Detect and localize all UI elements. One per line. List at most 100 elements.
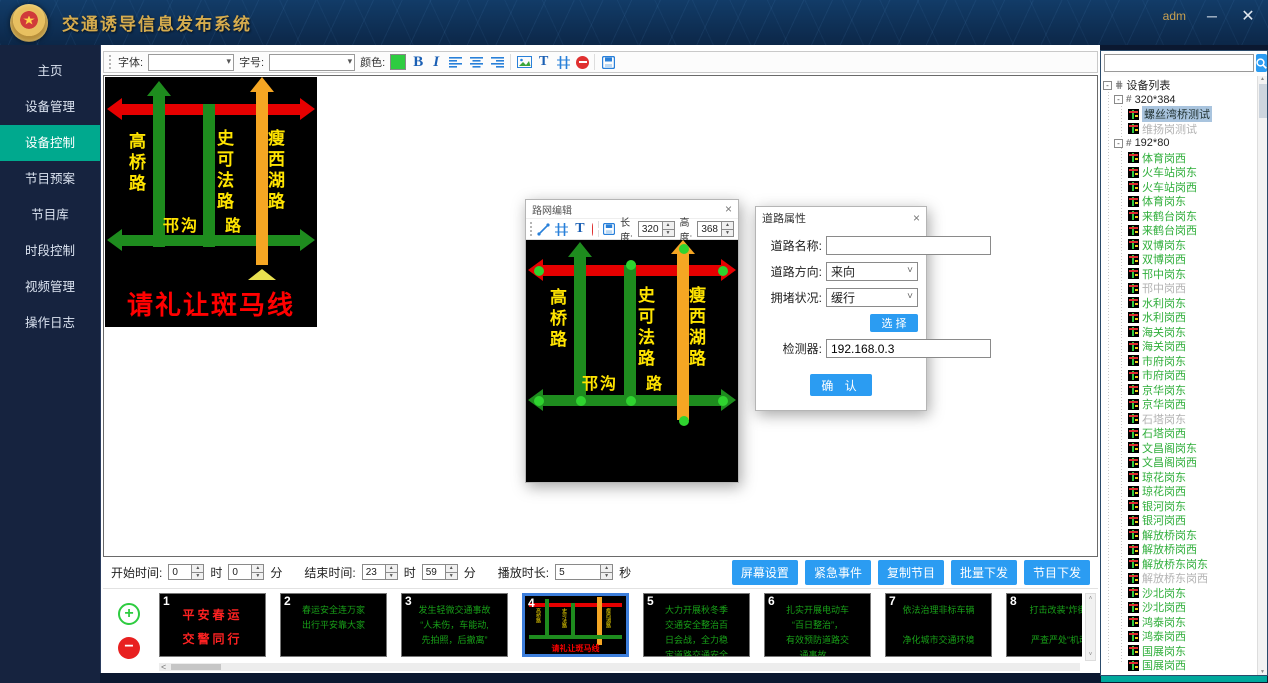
tree-device-1-24[interactable]: 银河岗东: [1101, 499, 1257, 514]
tree-device-1-8[interactable]: 邗中岗东: [1101, 267, 1257, 282]
tree-device-1-10[interactable]: 水利岗东: [1101, 296, 1257, 311]
step-down-icon[interactable]: ▼: [386, 573, 397, 580]
sidebar-item-program-library[interactable]: 节目库: [0, 197, 100, 233]
device-search-input[interactable]: [1104, 54, 1254, 72]
panel-bottom-scrollbar[interactable]: [1101, 676, 1267, 682]
tree-device-1-35[interactable]: 国展岗西: [1101, 658, 1257, 673]
playlist-item-5[interactable]: 5大力开展秋冬季 交通安全整治百 日会战，全力稳 定道路交通安全 形势！: [643, 593, 750, 657]
image-tool-icon[interactable]: [516, 54, 532, 70]
playlist-item-1[interactable]: 1平安春运 交警同行: [159, 593, 266, 657]
line-tool-icon[interactable]: [537, 221, 550, 237]
tree-device-1-29[interactable]: 解放桥东岗西: [1101, 571, 1257, 586]
height-stepper[interactable]: 368 ▲▼: [697, 221, 734, 237]
save-icon[interactable]: [603, 221, 615, 237]
tree-device-1-27[interactable]: 解放桥岗西: [1101, 542, 1257, 557]
step-up-icon[interactable]: ▲: [663, 222, 674, 230]
close-icon[interactable]: ✕: [1238, 6, 1258, 26]
tree-device-1-5[interactable]: 来鹤台岗西: [1101, 223, 1257, 238]
font-size-select[interactable]: [269, 54, 355, 71]
tree-expander-icon[interactable]: -: [1103, 81, 1112, 90]
copy-program-button[interactable]: 复制节目: [878, 560, 944, 585]
align-right-icon[interactable]: [489, 54, 505, 70]
road-network-canvas[interactable]: 高桥路 史可法路 瘦西湖路 邗沟 路: [526, 240, 738, 482]
close-icon[interactable]: ×: [725, 202, 732, 216]
tree-root[interactable]: -⋕设备列表: [1101, 78, 1257, 93]
delete-tool-icon[interactable]: [576, 56, 589, 69]
font-select[interactable]: [148, 54, 234, 71]
congestion-select[interactable]: 缓行: [826, 288, 918, 307]
tree-device-1-23[interactable]: 琼花岗西: [1101, 484, 1257, 499]
text-tool-button[interactable]: T: [537, 54, 550, 70]
screen-settings-button[interactable]: 屏幕设置: [732, 560, 798, 585]
tree-device-1-15[interactable]: 市府岗西: [1101, 368, 1257, 383]
delete-tool-icon[interactable]: [592, 223, 593, 236]
tree-device-1-4[interactable]: 来鹤台岗东: [1101, 209, 1257, 224]
step-up-icon[interactable]: ▲: [252, 565, 263, 573]
close-icon[interactable]: ×: [913, 211, 920, 225]
playlist-item-7[interactable]: 7依法治理非标车辆 净化城市交通环境: [885, 593, 992, 657]
sidebar-item-device-control[interactable]: 设备控制: [0, 125, 100, 161]
tree-device-1-32[interactable]: 鸿泰岗东: [1101, 615, 1257, 630]
playlist-vertical-scrollbar[interactable]: ˄ ˅: [1085, 593, 1096, 661]
led-sign-preview[interactable]: 高桥路 史可法路 瘦西湖路 邗沟 路 请礼让斑马线: [105, 77, 317, 327]
tree-device-1-19[interactable]: 石塔岗西: [1101, 426, 1257, 441]
tree-device-1-3[interactable]: 体育岗东: [1101, 194, 1257, 209]
sidebar-item-program-plan[interactable]: 节目预案: [0, 161, 100, 197]
tree-device-1-11[interactable]: 水利岗西: [1101, 310, 1257, 325]
sidebar-item-device-management[interactable]: 设备管理: [0, 89, 100, 125]
tree-device-1-26[interactable]: 解放桥岗东: [1101, 528, 1257, 543]
save-icon[interactable]: [600, 54, 616, 70]
road-node-handle[interactable]: [534, 396, 544, 406]
tree-device-1-18[interactable]: 石塔岗东: [1101, 412, 1257, 427]
minimize-icon[interactable]: ─: [1202, 8, 1222, 24]
road-node-handle[interactable]: [679, 416, 689, 426]
duration-stepper[interactable]: 5 ▲▼: [555, 564, 613, 580]
playlist-item-8[interactable]: 8打击改装“炸街” 严查严处“机动: [1006, 593, 1082, 657]
tree-device-1-22[interactable]: 琼花岗东: [1101, 470, 1257, 485]
confirm-button[interactable]: 确 认: [810, 374, 872, 396]
tree-device-label[interactable]: 国展岗西: [1142, 657, 1186, 673]
remove-item-button[interactable]: −: [118, 637, 140, 659]
align-center-icon[interactable]: [468, 54, 484, 70]
road-node-handle[interactable]: [626, 260, 636, 270]
road-tool-icon[interactable]: [555, 54, 571, 70]
tree-group-1[interactable]: -#192*80: [1101, 136, 1257, 151]
step-up-icon[interactable]: ▲: [192, 565, 203, 573]
tree-expander-icon[interactable]: -: [1114, 139, 1123, 148]
tree-group-0[interactable]: -#320*384: [1101, 93, 1257, 108]
scrollbar-thumb[interactable]: [171, 664, 221, 670]
tree-device-1-0[interactable]: 体育岗西: [1101, 151, 1257, 166]
step-up-icon[interactable]: ▲: [722, 222, 733, 230]
tree-device-1-2[interactable]: 火车站岗西: [1101, 180, 1257, 195]
color-swatch[interactable]: [390, 54, 406, 70]
dialog-titlebar[interactable]: 道路属性 ×: [756, 207, 926, 229]
program-send-button[interactable]: 节目下发: [1024, 560, 1090, 585]
select-button[interactable]: 选 择: [870, 314, 918, 332]
tree-device-1-6[interactable]: 双博岗东: [1101, 238, 1257, 253]
tree-device-0-0[interactable]: 螺丝湾桥测试: [1101, 107, 1257, 122]
tree-device-1-33[interactable]: 鸿泰岗西: [1101, 629, 1257, 644]
tree-device-1-17[interactable]: 京华岗西: [1101, 397, 1257, 412]
scroll-down-icon[interactable]: ▼: [1260, 669, 1265, 675]
end-minute-stepper[interactable]: 59 ▲▼: [422, 564, 458, 580]
tree-expander-icon[interactable]: -: [1114, 95, 1123, 104]
road-node-handle[interactable]: [534, 266, 544, 276]
step-up-icon[interactable]: ▲: [386, 565, 397, 573]
step-down-icon[interactable]: ▼: [663, 230, 674, 237]
road-name-input[interactable]: [826, 236, 991, 255]
road-direction-select[interactable]: 来向: [826, 262, 918, 281]
sidebar-item-operation-log[interactable]: 操作日志: [0, 305, 100, 341]
step-down-icon[interactable]: ▼: [722, 230, 733, 237]
playlist-horizontal-scrollbar[interactable]: <: [159, 663, 1080, 671]
step-down-icon[interactable]: ▼: [252, 573, 263, 580]
road-node-handle[interactable]: [626, 396, 636, 406]
align-left-icon[interactable]: [447, 54, 463, 70]
text-tool-button[interactable]: T: [573, 221, 586, 237]
tree-device-1-13[interactable]: 海关岗西: [1101, 339, 1257, 354]
tree-device-1-20[interactable]: 文昌阁岗东: [1101, 441, 1257, 456]
tree-device-1-28[interactable]: 解放桥东岗东: [1101, 557, 1257, 572]
bold-button[interactable]: B: [411, 54, 425, 71]
step-down-icon[interactable]: ▼: [446, 573, 457, 580]
search-button[interactable]: [1256, 54, 1267, 72]
end-hour-stepper[interactable]: 23 ▲▼: [362, 564, 398, 580]
